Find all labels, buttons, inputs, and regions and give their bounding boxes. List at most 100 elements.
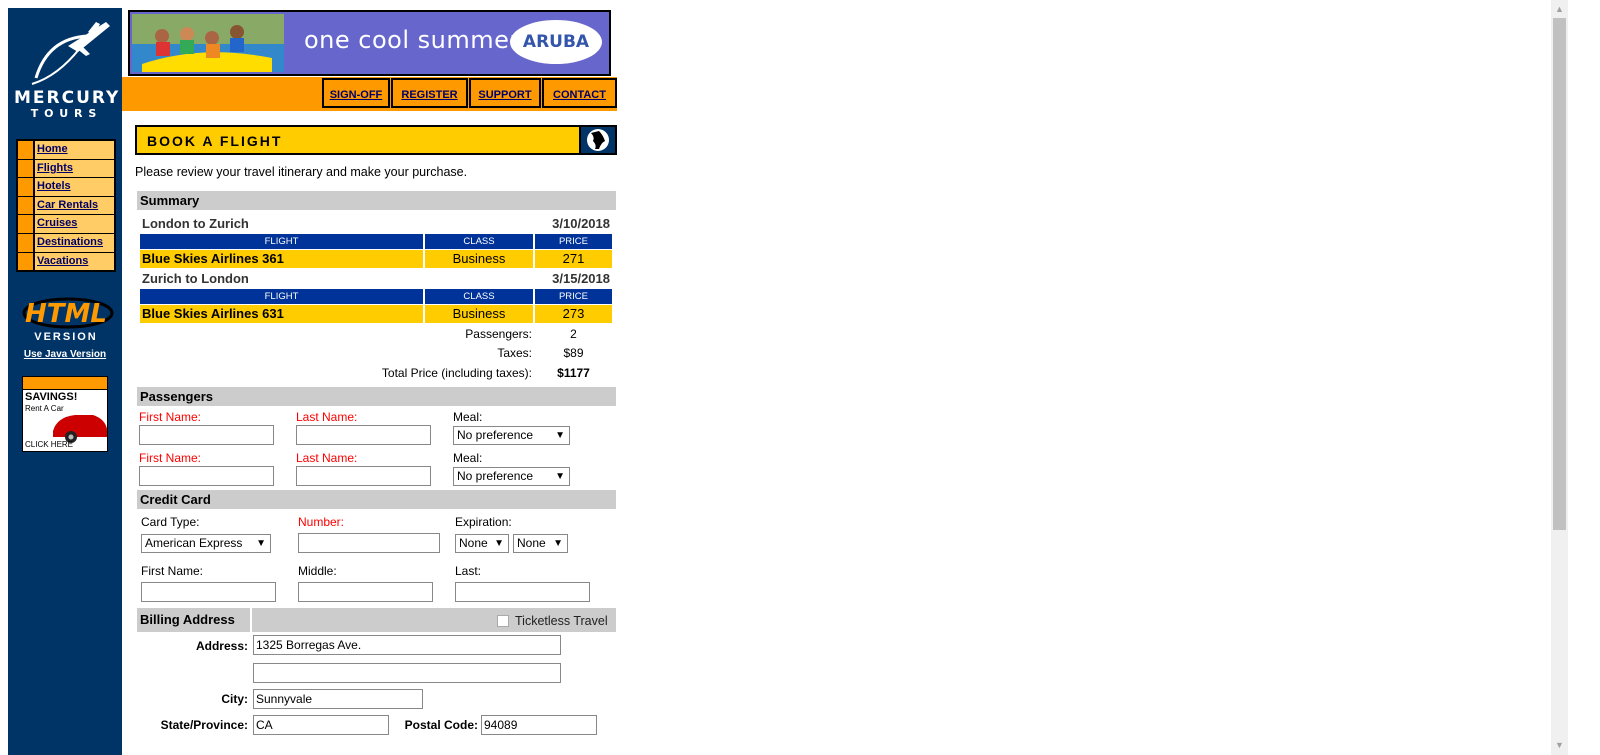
billing-address-header: Billing Address bbox=[137, 608, 250, 632]
leg1-class: Business bbox=[425, 250, 533, 268]
taxes-value: $89 bbox=[563, 346, 584, 360]
city-label: City: bbox=[221, 692, 248, 706]
ticketless-label: Ticketless Travel bbox=[515, 614, 608, 628]
version-badge-text: VERSION bbox=[34, 331, 98, 343]
scrollbar-thumb[interactable] bbox=[1553, 18, 1566, 530]
expiration-label: Expiration: bbox=[455, 515, 512, 529]
cc-last-name-input[interactable] bbox=[455, 582, 590, 602]
sidebar-item-flights[interactable]: Flights bbox=[18, 159, 114, 179]
col-header-price-2: PRICE bbox=[535, 289, 612, 304]
sidebar-item-destinations[interactable]: Destinations bbox=[18, 233, 114, 253]
pass1-last-name-input[interactable] bbox=[296, 425, 431, 445]
sidebar-item-cruises[interactable]: Cruises bbox=[18, 215, 114, 234]
card-type-select[interactable]: American Express ▼ bbox=[141, 534, 271, 553]
sidebar-link-hotels[interactable]: Hotels bbox=[35, 178, 114, 196]
ad-cta: CLICK HERE bbox=[25, 440, 74, 449]
promo-banner[interactable]: one cool summer ARUBA bbox=[128, 10, 611, 76]
passengers-label: Passengers: bbox=[465, 327, 532, 341]
html-badge-text: HTML bbox=[25, 299, 107, 329]
sidebar-nav: Home Flights Hotels Car Rentals Cruises … bbox=[16, 139, 116, 273]
passengers-count: 2 bbox=[570, 327, 577, 341]
pass1-meal-label: Meal: bbox=[453, 410, 483, 424]
pass1-last-label: Last Name: bbox=[296, 410, 358, 424]
cc-last-label: Last: bbox=[455, 564, 482, 578]
col-header-flight-2: FLIGHT bbox=[140, 289, 423, 304]
sidebar-link-car-rentals[interactable]: Car Rentals bbox=[35, 196, 114, 215]
left-sidebar: MERCURY T O U R S Home Flights Hotels Ca… bbox=[8, 8, 122, 755]
sidebar-link-destinations[interactable]: Destinations bbox=[35, 233, 114, 252]
address-line2-input[interactable] bbox=[253, 663, 561, 683]
card-number-input[interactable] bbox=[298, 533, 440, 553]
aruba-logo: ARUBA bbox=[510, 20, 602, 64]
taxes-label: Taxes: bbox=[497, 346, 532, 360]
leg1-price: 271 bbox=[535, 250, 612, 268]
sidebar-item-hotels[interactable]: Hotels bbox=[18, 178, 114, 197]
cc-middle-label: Middle: bbox=[298, 564, 337, 578]
address-label: Address: bbox=[195, 639, 248, 653]
sidebar-link-flights[interactable]: Flights bbox=[35, 159, 114, 178]
cc-first-name-input[interactable] bbox=[141, 582, 276, 602]
exp-month-select[interactable]: None ▼ bbox=[455, 534, 509, 553]
intro-text: Please review your travel itinerary and … bbox=[135, 165, 468, 179]
leg2-route: Zurich to London bbox=[142, 271, 249, 286]
leg1-flight: Blue Skies Airlines 361 bbox=[140, 250, 423, 268]
leg2-price: 273 bbox=[535, 305, 612, 323]
sidebar-link-vacations[interactable]: Vacations bbox=[35, 252, 114, 271]
pass2-meal-select[interactable]: No preference ▼ bbox=[453, 467, 570, 486]
leg2-flight: Blue Skies Airlines 631 bbox=[140, 305, 423, 323]
support-link[interactable]: SUPPORT bbox=[469, 78, 541, 108]
chevron-down-icon: ▼ bbox=[555, 430, 565, 441]
sidebar-item-home[interactable]: Home bbox=[18, 141, 114, 160]
chevron-down-icon: ▼ bbox=[555, 471, 565, 482]
page-title: BOOK A FLIGHT bbox=[147, 133, 283, 149]
pass2-last-label: Last Name: bbox=[296, 451, 358, 465]
card-type-label: Card Type: bbox=[141, 515, 200, 529]
ticketless-bar: Ticketless Travel bbox=[252, 608, 616, 632]
cc-middle-name-input[interactable] bbox=[298, 582, 433, 602]
chevron-down-icon: ▼ bbox=[553, 538, 563, 549]
pass2-first-name-input[interactable] bbox=[139, 466, 274, 486]
scroll-up-icon[interactable]: ▲ bbox=[1553, 2, 1566, 16]
scroll-down-icon[interactable]: ▼ bbox=[1553, 738, 1566, 752]
chevron-down-icon: ▼ bbox=[494, 538, 504, 549]
pass1-first-label: First Name: bbox=[139, 410, 202, 424]
sidebar-link-cruises[interactable]: Cruises bbox=[35, 215, 114, 233]
cc-first-name-label: First Name: bbox=[141, 564, 204, 578]
city-input[interactable]: Sunnyvale bbox=[253, 689, 423, 709]
sidebar-item-vacations[interactable]: Vacations bbox=[18, 252, 114, 271]
ticketless-checkbox[interactable] bbox=[497, 615, 509, 627]
col-header-class-2: CLASS bbox=[425, 289, 533, 304]
rent-a-car-ad[interactable]: SAVINGS! Rent A Car CLICK HERE bbox=[22, 376, 108, 452]
sign-off-link[interactable]: SIGN-OFF bbox=[322, 78, 390, 108]
passengers-header: Passengers bbox=[137, 387, 616, 406]
banner-photo-icon bbox=[132, 14, 284, 72]
leg1-route: London to Zurich bbox=[142, 216, 249, 231]
sidebar-link-home[interactable]: Home bbox=[35, 141, 114, 159]
total-value: $1177 bbox=[557, 366, 590, 380]
credit-card-header: Credit Card bbox=[137, 490, 616, 509]
banner-text: one cool summer bbox=[304, 26, 520, 54]
exp-year-select[interactable]: None ▼ bbox=[513, 534, 568, 553]
state-input[interactable]: CA bbox=[253, 715, 389, 735]
pass2-first-label: First Name: bbox=[139, 451, 202, 465]
use-java-version-link[interactable]: Use Java Version bbox=[8, 349, 122, 360]
postal-code-input[interactable]: 94089 bbox=[481, 715, 597, 735]
register-link[interactable]: REGISTER bbox=[391, 78, 468, 108]
address-line1-input[interactable]: 1325 Borregas Ave. bbox=[253, 635, 561, 655]
col-header-flight: FLIGHT bbox=[140, 234, 423, 249]
sidebar-item-car-rentals[interactable]: Car Rentals bbox=[18, 196, 114, 216]
pass2-meal-label: Meal: bbox=[453, 451, 483, 465]
pass1-first-name-input[interactable] bbox=[139, 425, 274, 445]
card-number-label: Number: bbox=[298, 515, 345, 529]
summary-header: Summary bbox=[137, 191, 616, 210]
contact-link[interactable]: CONTACT bbox=[542, 78, 617, 108]
pass1-meal-select[interactable]: No preference ▼ bbox=[453, 426, 570, 445]
leg1-date: 3/10/2018 bbox=[552, 216, 610, 231]
ad-title: SAVINGS! bbox=[25, 391, 78, 403]
red-car-icon bbox=[53, 415, 107, 443]
state-label: State/Province: bbox=[160, 718, 248, 732]
brand-line2: T O U R S bbox=[30, 107, 98, 120]
chevron-down-icon: ▼ bbox=[256, 538, 266, 549]
pass2-last-name-input[interactable] bbox=[296, 466, 431, 486]
leg2-date: 3/15/2018 bbox=[552, 271, 610, 286]
